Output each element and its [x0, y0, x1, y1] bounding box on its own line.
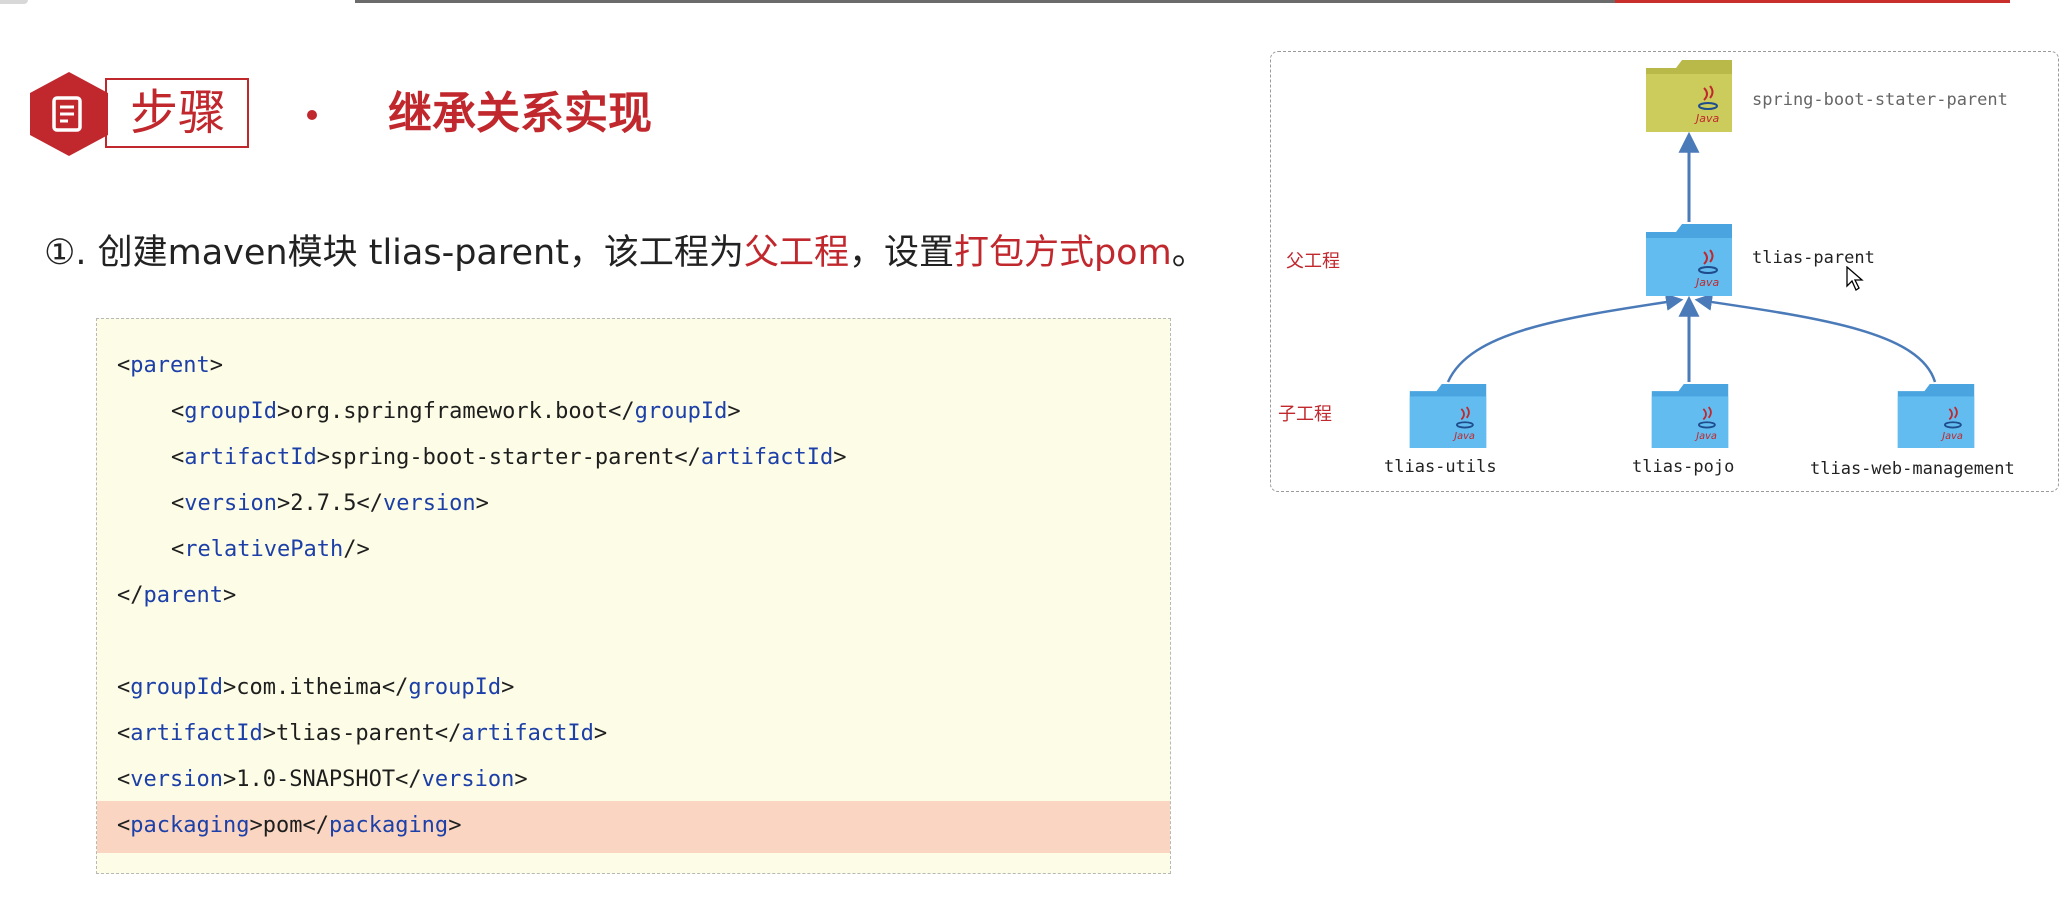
parent-project-label: tlias-parent — [1752, 248, 1875, 268]
folder-icon-parent: Java — [1646, 224, 1732, 296]
child-label-utils: tlias-utils — [1384, 457, 1497, 477]
svg-text:Java: Java — [1694, 276, 1719, 289]
folder-icon-pojo: Java — [1651, 384, 1729, 448]
arrow-web-to-parent — [1694, 293, 1937, 383]
child-side-label: 子工程 — [1278, 404, 1332, 425]
arrow-utils-to-parent — [1446, 293, 1684, 383]
svg-text:Java: Java — [1452, 431, 1475, 442]
parent-side-label: 父工程 — [1286, 251, 1340, 272]
mouse-cursor-icon — [1846, 266, 1864, 291]
folder-icon-root: Java — [1646, 60, 1732, 132]
folder-icon-web-management: Java — [1897, 384, 1975, 448]
java-badge: Java — [1694, 112, 1719, 125]
child-label-web-management: tlias-web-management — [1810, 459, 2015, 479]
folder-icon-utils: Java — [1409, 384, 1487, 448]
child-label-pojo: tlias-pojo — [1632, 457, 1735, 477]
diagram-arrows — [1446, 131, 1937, 383]
svg-text:Java: Java — [1940, 431, 1963, 442]
root-project-label: spring-boot-stater-parent — [1752, 90, 2008, 110]
svg-text:Java: Java — [1694, 431, 1717, 442]
